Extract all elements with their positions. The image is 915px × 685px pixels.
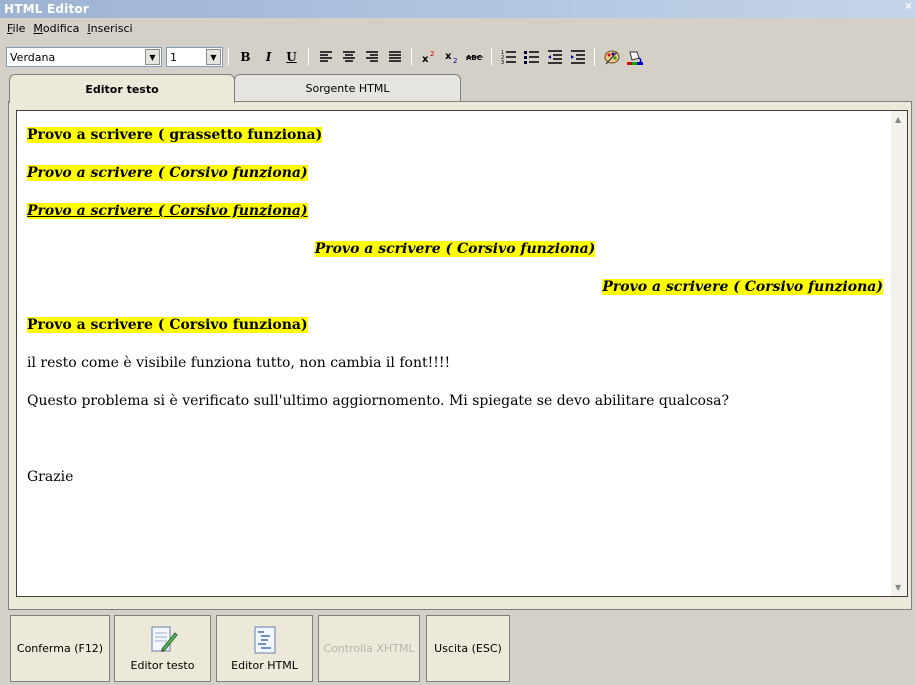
html-document-icon [254, 626, 275, 654]
editor-paragraph: Provo a scrivere ( Corsivo funziona) [27, 317, 308, 333]
justify-button[interactable] [384, 46, 406, 68]
align-right-icon [365, 51, 378, 62]
strikethrough-button[interactable]: ABC [464, 46, 486, 68]
text-color-button[interactable] [601, 46, 623, 68]
align-center-icon [342, 51, 355, 62]
menu-modifica[interactable]: Modifica [29, 22, 83, 35]
align-left-button[interactable] [315, 46, 337, 68]
italic-button[interactable]: I [258, 46, 280, 68]
window-title: HTML Editor [4, 2, 89, 16]
svg-text:ABC: ABC [466, 54, 482, 62]
rich-text-editor[interactable]: Provo a scrivere ( grassetto funziona) P… [16, 110, 908, 597]
confirm-button[interactable]: Conferma (F12) [10, 615, 110, 682]
menu-file[interactable]: File [3, 22, 29, 35]
editor-paragraph: Provo a scrivere ( grassetto funziona) [27, 127, 323, 143]
toolbar-divider [491, 48, 492, 66]
align-right-button[interactable] [361, 46, 383, 68]
outdent-button[interactable] [544, 46, 566, 68]
toolbar-divider [594, 48, 595, 66]
font-size-select[interactable]: 1 ▼ [166, 47, 223, 67]
format-toolbar: Verdana ▼ 1 ▼ B I U x2 x2 ABC 123 [0, 44, 915, 70]
svg-text:2: 2 [430, 50, 434, 58]
editor-html-button[interactable]: Editor HTML [216, 615, 313, 682]
editor-paragraph: Provo a scrivere ( Corsivo funziona) [27, 203, 308, 219]
unordered-list-button[interactable] [521, 46, 543, 68]
edit-document-icon [151, 626, 178, 652]
editor-paragraph: Grazie [27, 469, 74, 485]
toolbar-divider [228, 48, 229, 66]
subscript-icon: x2 [445, 51, 457, 64]
tab-editor-testo[interactable]: Editor testo [9, 74, 235, 103]
tab-sorgente-html[interactable]: Sorgente HTML [234, 74, 461, 102]
scroll-down-icon[interactable]: ▼ [895, 583, 901, 592]
align-center-button[interactable] [338, 46, 360, 68]
font-family-value: Verdana [10, 50, 56, 64]
highlight-color-button[interactable] [624, 46, 646, 68]
bold-button[interactable]: B [235, 46, 257, 68]
svg-text:x: x [422, 54, 429, 64]
justify-icon [388, 51, 401, 62]
superscript-button[interactable]: x2 [418, 46, 440, 68]
toolbar-divider [411, 48, 412, 66]
bottom-button-bar: Conferma (F12) Editor testo Editor HTML … [8, 612, 912, 685]
editor-paragraph: Questo problema si è verificato sull'ult… [27, 393, 729, 409]
svg-text:3: 3 [501, 60, 504, 64]
unordered-list-icon [523, 51, 539, 64]
underline-button[interactable]: U [281, 46, 303, 68]
ordered-list-icon: 123 [501, 50, 516, 64]
toolbar-divider [308, 48, 309, 66]
editor-testo-button[interactable]: Editor testo [114, 615, 211, 682]
strikethrough-icon: ABC [465, 54, 483, 62]
exit-button[interactable]: Uscita (ESC) [426, 615, 510, 682]
tab-panel: Provo a scrivere ( grassetto funziona) P… [8, 101, 912, 610]
menu-inserisci[interactable]: Inserisci [83, 22, 136, 35]
superscript-icon: x2 [422, 50, 434, 64]
paint-bucket-icon [626, 51, 643, 65]
chevron-down-icon[interactable]: ▼ [145, 49, 160, 65]
align-left-icon [319, 51, 332, 62]
vertical-scrollbar[interactable]: ▲ ▼ [891, 111, 907, 596]
svg-text:2: 2 [453, 57, 457, 64]
close-icon[interactable]: × [904, 1, 913, 12]
svg-text:x: x [445, 51, 452, 62]
font-size-value: 1 [170, 50, 177, 64]
indent-button[interactable] [567, 46, 589, 68]
editor-paragraph: Provo a scrivere ( Corsivo funziona) [314, 241, 596, 257]
subscript-button[interactable]: x2 [441, 46, 463, 68]
editor-paragraph: il resto come è visibile funziona tutto,… [27, 355, 451, 371]
tab-container: Editor testo Sorgente HTML Provo a scriv… [8, 74, 912, 610]
outdent-icon [547, 50, 562, 64]
menu-bar: File Modifica Inserisci [0, 18, 915, 39]
chevron-down-icon[interactable]: ▼ [206, 49, 221, 65]
scroll-up-icon[interactable]: ▲ [895, 115, 901, 124]
editor-paragraph: Provo a scrivere ( Corsivo funziona) [602, 279, 883, 295]
title-bar: HTML Editor × [0, 0, 915, 18]
indent-icon [570, 50, 585, 64]
font-family-select[interactable]: Verdana ▼ [6, 47, 162, 67]
editor-paragraph: Provo a scrivere ( Corsivo funziona) [27, 165, 308, 181]
palette-icon [604, 50, 619, 65]
check-xhtml-button: Controlla XHTML [318, 615, 420, 682]
ordered-list-button[interactable]: 123 [498, 46, 520, 68]
